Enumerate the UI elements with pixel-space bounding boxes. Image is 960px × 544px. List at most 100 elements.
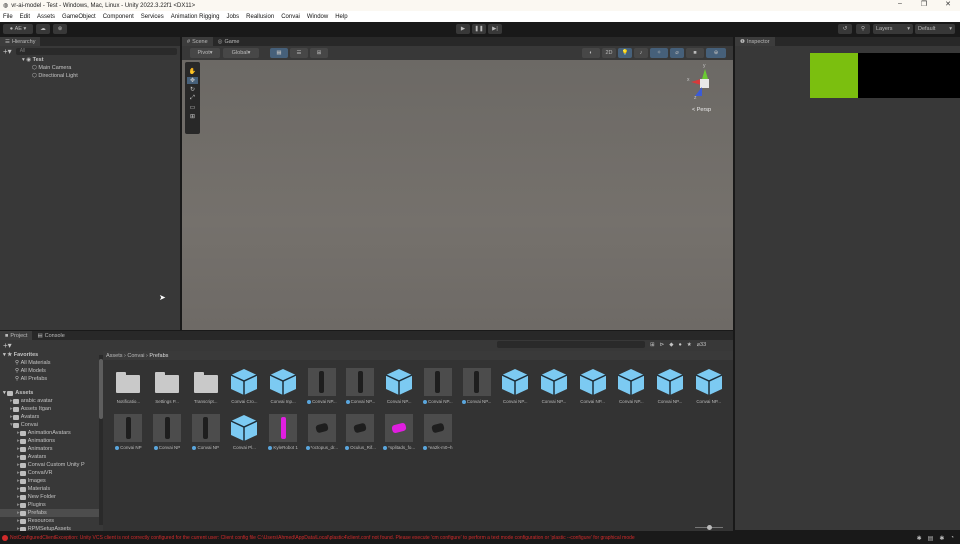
minimize-button[interactable]: – (888, 0, 912, 8)
hierarchy-item[interactable]: ⬡ Main Camera (0, 64, 180, 72)
asset-item[interactable]: *ea2k-m0~h (419, 414, 458, 460)
search-by-type-icon[interactable]: ⊞ (650, 342, 655, 348)
menu-jobs[interactable]: Jobs (226, 14, 239, 20)
search-button[interactable]: ⚲ (856, 24, 870, 34)
tree-item[interactable]: ▸ Resources (0, 517, 103, 525)
lighting-toggle[interactable]: 💡 (618, 48, 632, 58)
tree-item[interactable]: ▸ RPMSetupAssets (0, 525, 103, 531)
asset-item[interactable]: Oculus_Rif... (341, 414, 380, 460)
move-tool-icon[interactable]: ✥ (187, 77, 198, 84)
hand-tool-icon[interactable]: ✋ (189, 68, 196, 75)
menu-reallusion[interactable]: Reallusion (246, 14, 274, 20)
tree-item[interactable]: ▸ Prefabs (0, 509, 103, 517)
asset-item[interactable]: Convai NP... (341, 368, 380, 414)
tree-item[interactable]: ▸ Assets Itgan (0, 405, 103, 413)
tab-scene[interactable]: # Scene (182, 37, 213, 46)
tree-item[interactable]: ▸ New Folder (0, 493, 103, 501)
bug-icon[interactable]: ✱ (917, 535, 922, 542)
gizmos-dropdown[interactable]: ⊕ (706, 48, 726, 58)
tab-project[interactable]: ■ Project (0, 331, 33, 340)
add-button[interactable]: +▾ (3, 47, 12, 56)
tree-item[interactable]: ▸ Images (0, 477, 103, 485)
progress-icon[interactable]: ▤ (928, 535, 934, 542)
asset-item[interactable]: Convai NP (148, 414, 187, 460)
snap-increment-button[interactable]: ☰ (290, 48, 308, 58)
hierarchy-search-input[interactable]: All (15, 47, 177, 55)
asset-item[interactable]: *octopus_dr... (302, 414, 341, 460)
scale-tool-icon[interactable]: ⤢ (190, 95, 195, 102)
menu-services[interactable]: Services (141, 14, 164, 20)
asset-item[interactable]: Convai NP... (651, 368, 690, 414)
asset-store-icon[interactable]: ◆ (669, 342, 673, 348)
tab-inspector[interactable]: ❶ Inspector (735, 37, 775, 46)
pivot-dropdown[interactable]: Pivot ▾ (190, 48, 220, 58)
breadcrumb-item[interactable]: Convai (127, 353, 144, 359)
tree-item[interactable]: ▸ Materials (0, 485, 103, 493)
asset-item[interactable]: Convai NP... (496, 368, 535, 414)
menu-assets[interactable]: Assets (37, 14, 55, 20)
layers-dropdown[interactable]: Layers ▾ (873, 24, 913, 34)
tree-item[interactable]: ▸ Avatars (0, 413, 103, 421)
maximize-button[interactable]: ❐ (912, 0, 936, 8)
close-button[interactable]: ✕ (936, 0, 960, 8)
asset-item[interactable]: Notificatio... (109, 368, 148, 414)
tree-item[interactable]: ▸ Convai Custom Unity P (0, 461, 103, 469)
asset-item[interactable]: Convai NP... (457, 368, 496, 414)
asset-item[interactable]: Settings P... (148, 368, 187, 414)
collab-status-icon[interactable]: ◔ (950, 535, 954, 542)
transform-tool-icon[interactable]: ⊞ (190, 113, 195, 120)
favorite-item[interactable]: ⚲ All Materials (0, 359, 103, 367)
asset-item[interactable]: Convai NP (186, 414, 225, 460)
menu-convai[interactable]: Convai (281, 14, 300, 20)
hierarchy-scene-row[interactable]: ▾ ◉ Test (0, 56, 180, 64)
hierarchy-item[interactable]: ⬡ Directional Light (0, 72, 180, 80)
draw-mode-button[interactable]: ◐ (582, 48, 600, 58)
asset-item[interactable]: Convai NP... (419, 368, 458, 414)
pause-button[interactable]: ❚❚ (472, 24, 486, 34)
rect-tool-icon[interactable]: ▭ (190, 104, 196, 111)
rotate-tool-icon[interactable]: ↻ (190, 86, 195, 93)
create-button[interactable]: +▾ (3, 341, 12, 350)
asset-item[interactable]: Convai NP... (302, 368, 341, 414)
favorite-star-icon[interactable]: ★ (687, 342, 692, 348)
account-dropdown[interactable]: ● AE ▾ (3, 24, 33, 34)
tree-item[interactable]: ▸ Animations (0, 437, 103, 445)
favorite-item[interactable]: ⚲ All Prefabs (0, 375, 103, 383)
global-dropdown[interactable]: Global ▾ (223, 48, 259, 58)
tree-item[interactable]: ▾ Convai (0, 421, 103, 429)
play-button[interactable]: ▶ (456, 24, 470, 34)
breadcrumb-item[interactable]: Prefabs (149, 353, 168, 359)
asset-item[interactable]: Convai NP... (535, 368, 574, 414)
asset-item[interactable]: Convai NP... (573, 368, 612, 414)
asset-item[interactable]: Convai Pl... (225, 414, 264, 460)
hidden-packages-icon[interactable]: ⌀33 (697, 342, 706, 348)
undo-history-button[interactable]: ↺ (838, 24, 852, 34)
ruler-button[interactable]: ⊞ (310, 48, 328, 58)
zoom-slider[interactable] (695, 525, 723, 530)
asset-item[interactable]: Transcript... (186, 368, 225, 414)
audio-toggle[interactable]: ♪ (634, 48, 648, 58)
breadcrumb-item[interactable]: Assets (106, 353, 123, 359)
step-button[interactable]: ▶| (488, 24, 502, 34)
menu-file[interactable]: File (3, 14, 13, 20)
debug-icon[interactable]: ✱ (939, 535, 944, 542)
collab-button[interactable]: ⊗ (53, 24, 67, 34)
tree-item[interactable]: ▸ arabic avatar (0, 397, 103, 405)
assets-header[interactable]: ▾ Assets (0, 389, 103, 397)
tree-item[interactable]: ▸ Avatars (0, 453, 103, 461)
asset-item[interactable]: Convai NP (109, 414, 148, 460)
search-by-label-icon[interactable]: ⊳ (660, 342, 665, 348)
toggle-2d-button[interactable]: 2D (602, 48, 616, 58)
asset-item[interactable]: Convai Cro... (225, 368, 264, 414)
asset-item[interactable]: Convai NP... (689, 368, 728, 414)
favorites-header[interactable]: ▾ ★ Favorites (0, 351, 103, 359)
tab-console[interactable]: ▤ Console (32, 331, 69, 340)
tree-item[interactable]: ▸ AnimationAvatars (0, 429, 103, 437)
project-search-input[interactable] (497, 341, 645, 348)
camera-dropdown[interactable]: ■ (686, 48, 704, 58)
asset-item[interactable]: *splitads_fo... (380, 414, 419, 460)
tab-hierarchy[interactable]: ☰ Hierarchy (0, 37, 41, 46)
tree-item[interactable]: ▸ Animators (0, 445, 103, 453)
cloud-button[interactable]: ☁ (36, 24, 50, 34)
scene-orientation-gizmo[interactable]: y x z < Persp (682, 63, 727, 115)
